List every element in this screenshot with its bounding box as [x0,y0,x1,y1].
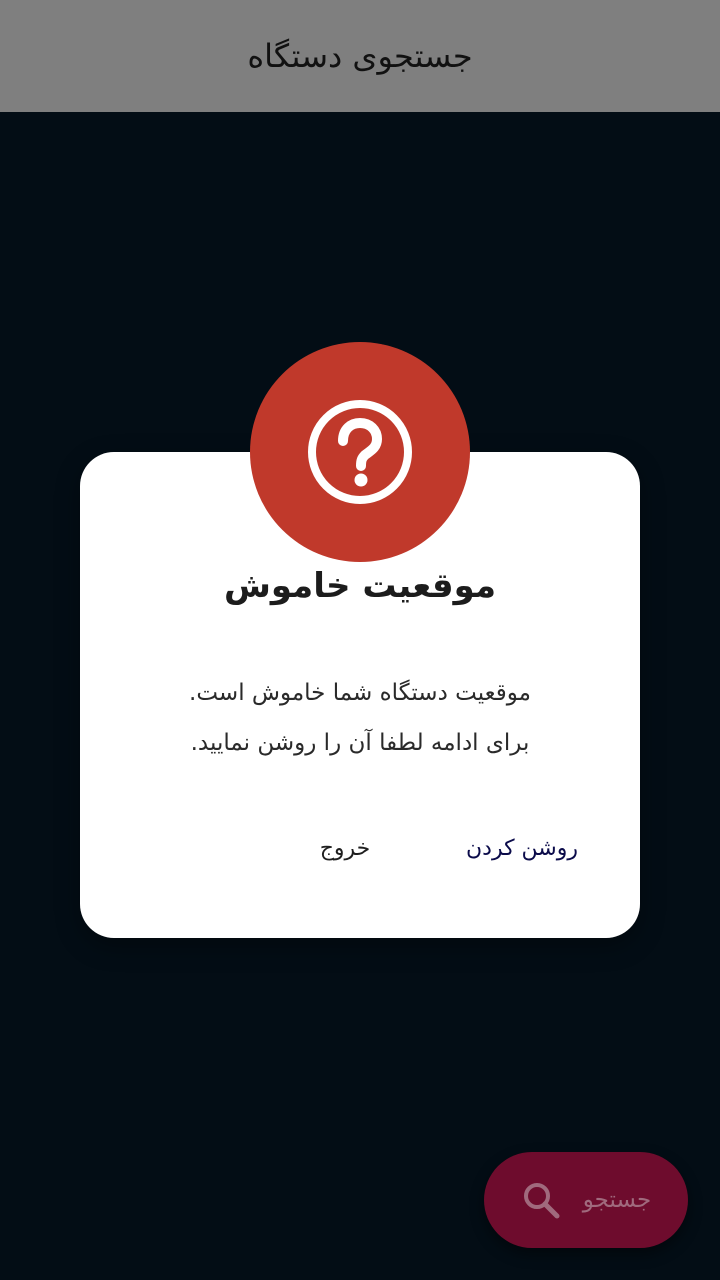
app-bar: جستجوی دستگاه [0,0,720,112]
search-fab-label: جستجو [582,1187,652,1213]
exit-button[interactable]: خروج [300,836,390,861]
app-bar-title: جستجوی دستگاه [247,37,473,75]
search-icon [521,1180,561,1220]
question-circle-icon [308,400,412,504]
dialog-message-line: موقعیت دستگاه شما خاموش است. [189,680,531,706]
dialog-message: موقعیت دستگاه شما خاموش است. برای ادامه … [120,668,600,768]
dialog-message-line: برای ادامه لطفا آن را روشن نمایید. [190,730,530,756]
search-fab[interactable]: جستجو [484,1152,688,1248]
dialog-title: موقعیت خاموش [223,566,497,606]
turn-on-location-button[interactable]: روشن کردن [452,836,592,861]
dialog-badge [250,342,470,562]
